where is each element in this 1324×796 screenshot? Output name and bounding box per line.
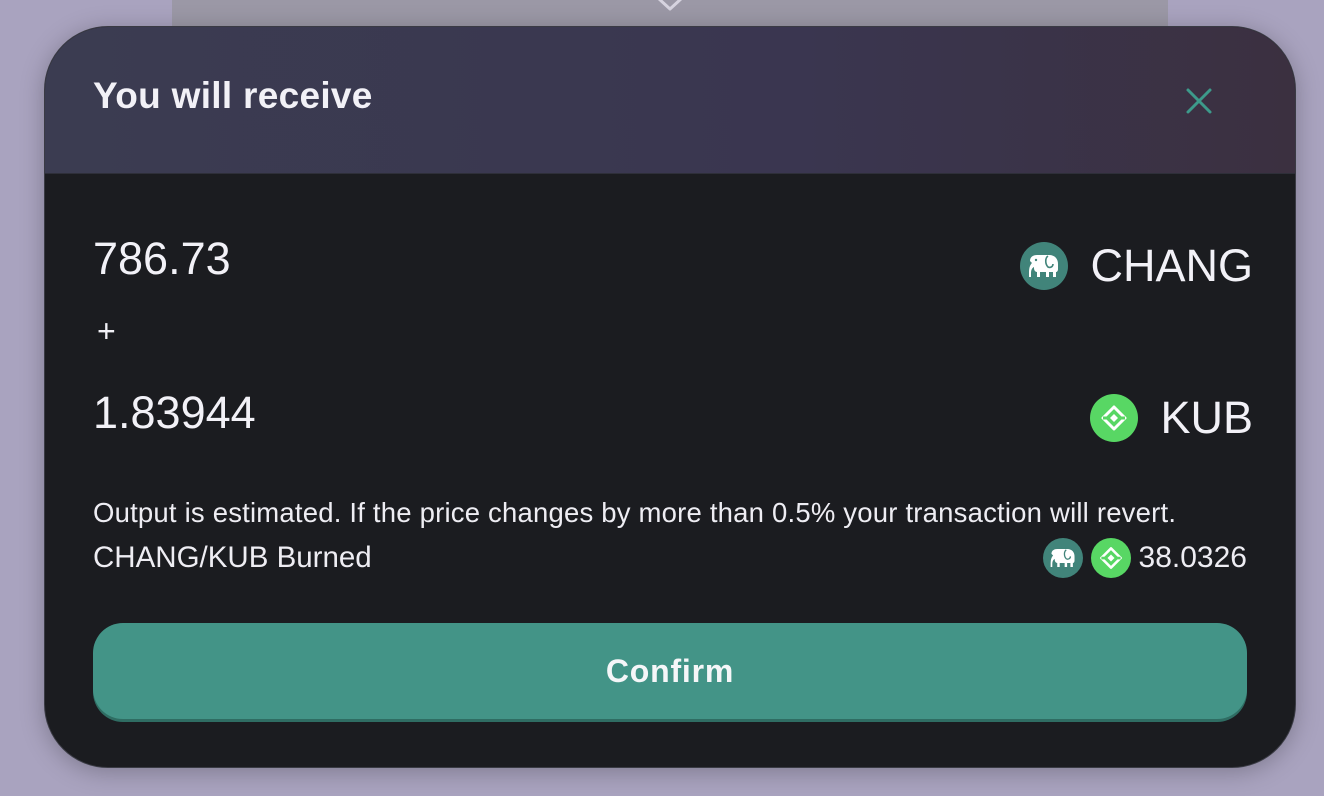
close-icon[interactable]: [1181, 83, 1217, 119]
token-kub: KUB: [1090, 392, 1253, 444]
chang-amount: 786.73: [93, 233, 231, 284]
estimate-note: Output is estimated. If the price change…: [93, 497, 1177, 528]
token-chang: CHANG: [1020, 240, 1253, 292]
kub-logo-icon: [1090, 394, 1139, 442]
token-chang-symbol: CHANG: [1090, 240, 1253, 291]
burned-value: 38.0326: [1138, 541, 1247, 574]
burned-label: CHANG/KUB Burned: [93, 541, 372, 574]
modal-header: You will receive: [45, 27, 1295, 174]
elephant-icon: [1042, 538, 1083, 578]
elephant-icon: [1020, 242, 1069, 290]
token-kub-symbol: KUB: [1160, 392, 1253, 443]
plus-separator: +: [97, 313, 116, 349]
receive-modal: You will receive 786.73 CHANG + 1.83944 …: [44, 26, 1296, 768]
modal-title: You will receive: [93, 75, 373, 116]
kub-amount: 1.83944: [93, 387, 256, 438]
arrow-down-icon: [657, 0, 683, 11]
kub-logo-icon: [1090, 538, 1131, 578]
confirm-button[interactable]: Confirm: [93, 623, 1247, 719]
burned-value-group: 38.0326: [1042, 538, 1247, 578]
